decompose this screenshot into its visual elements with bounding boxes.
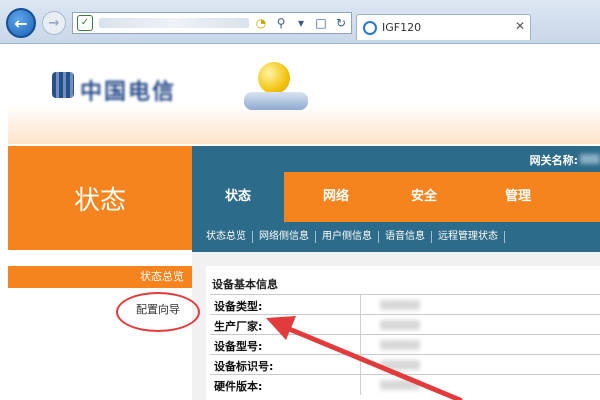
info-value-redacted [380,380,420,390]
address-bar[interactable]: ✓ ◔ ⚲ ▾ □ ↻ [72,12,352,34]
gateway-name-redacted [580,154,600,164]
loading-icon: ◔ [255,16,267,30]
info-row-device-type: 设备类型: [210,294,600,315]
tab-title: IGF120 [382,21,422,34]
emblem-icon [244,62,308,110]
info-row-model: 设备型号: [210,334,600,355]
security-shield-icon: ✓ [77,15,93,31]
tab-network[interactable]: 网络 [290,172,382,222]
info-label: 设备类型: [214,300,263,313]
tab-status[interactable]: 状态 [192,172,284,222]
sidebar-item-status-overview[interactable]: 状态总览 [8,266,192,288]
tab-security[interactable]: 安全 [378,172,470,222]
gateway-name-label: 网关名称: [529,154,578,167]
tab-management[interactable]: 管理 [472,172,564,222]
info-value-redacted [380,300,420,310]
annotation-circle [116,292,200,332]
content-area: 设备基本信息 设备类型: 生产厂家: 设备型号: 设备标识号: 硬件版本: [192,252,600,400]
refresh-icon[interactable]: ↻ [333,15,349,31]
subnav-remote-status[interactable]: 远程管理状态 [432,231,505,243]
address-text-redacted [99,18,249,28]
section-title: 设备基本信息 [212,278,278,291]
browser-tab[interactable]: IGF120 ✕ [356,14,531,40]
compat-view-icon[interactable]: □ [313,15,329,31]
info-label: 硬件版本: [214,380,263,393]
gateway-bar: 网关名称: [192,146,600,172]
device-info-panel: 设备基本信息 设备类型: 生产厂家: 设备型号: 设备标识号: 硬件版本: [206,266,600,400]
info-value-redacted [380,320,420,330]
subnav-network-info[interactable]: 网络侧信息 [253,231,316,243]
search-icon[interactable]: ⚲ [273,15,289,31]
forward-arrow-icon[interactable]: → [42,11,66,35]
sub-nav: 状态总览 网络侧信息 用户侧信息 语音信息 远程管理状态 [192,222,600,252]
page-header: 中国电信 [8,44,600,144]
info-label: 设备型号: [214,340,263,353]
dropdown-icon[interactable]: ▾ [293,15,309,31]
info-value-redacted [380,340,420,350]
logo-text: 中国电信 [80,79,177,105]
info-row-device-id: 设备标识号: [210,354,600,375]
info-label: 设备标识号: [214,360,274,373]
status-title: 状态 [73,186,126,216]
status-panel: 状态 [8,146,192,250]
info-label: 生产厂家: [214,320,263,333]
main-tabs: 状态 网络 安全 管理 [192,172,600,222]
close-icon[interactable]: ✕ [515,19,525,33]
tab-favicon-icon [363,20,377,35]
info-row-hw-version: 硬件版本: [210,374,600,395]
browser-toolbar: ← → ✓ ◔ ⚲ ▾ □ ↻ IGF120 ✕ [0,0,600,44]
subnav-voice-info[interactable]: 语音信息 [379,231,432,243]
subnav-status-overview[interactable]: 状态总览 [206,231,253,243]
logo-mark-icon [52,72,74,98]
back-arrow-icon[interactable]: ← [6,8,36,38]
info-value-redacted [380,360,420,370]
info-row-manufacturer: 生产厂家: [210,314,600,335]
subnav-user-info[interactable]: 用户侧信息 [316,231,379,243]
